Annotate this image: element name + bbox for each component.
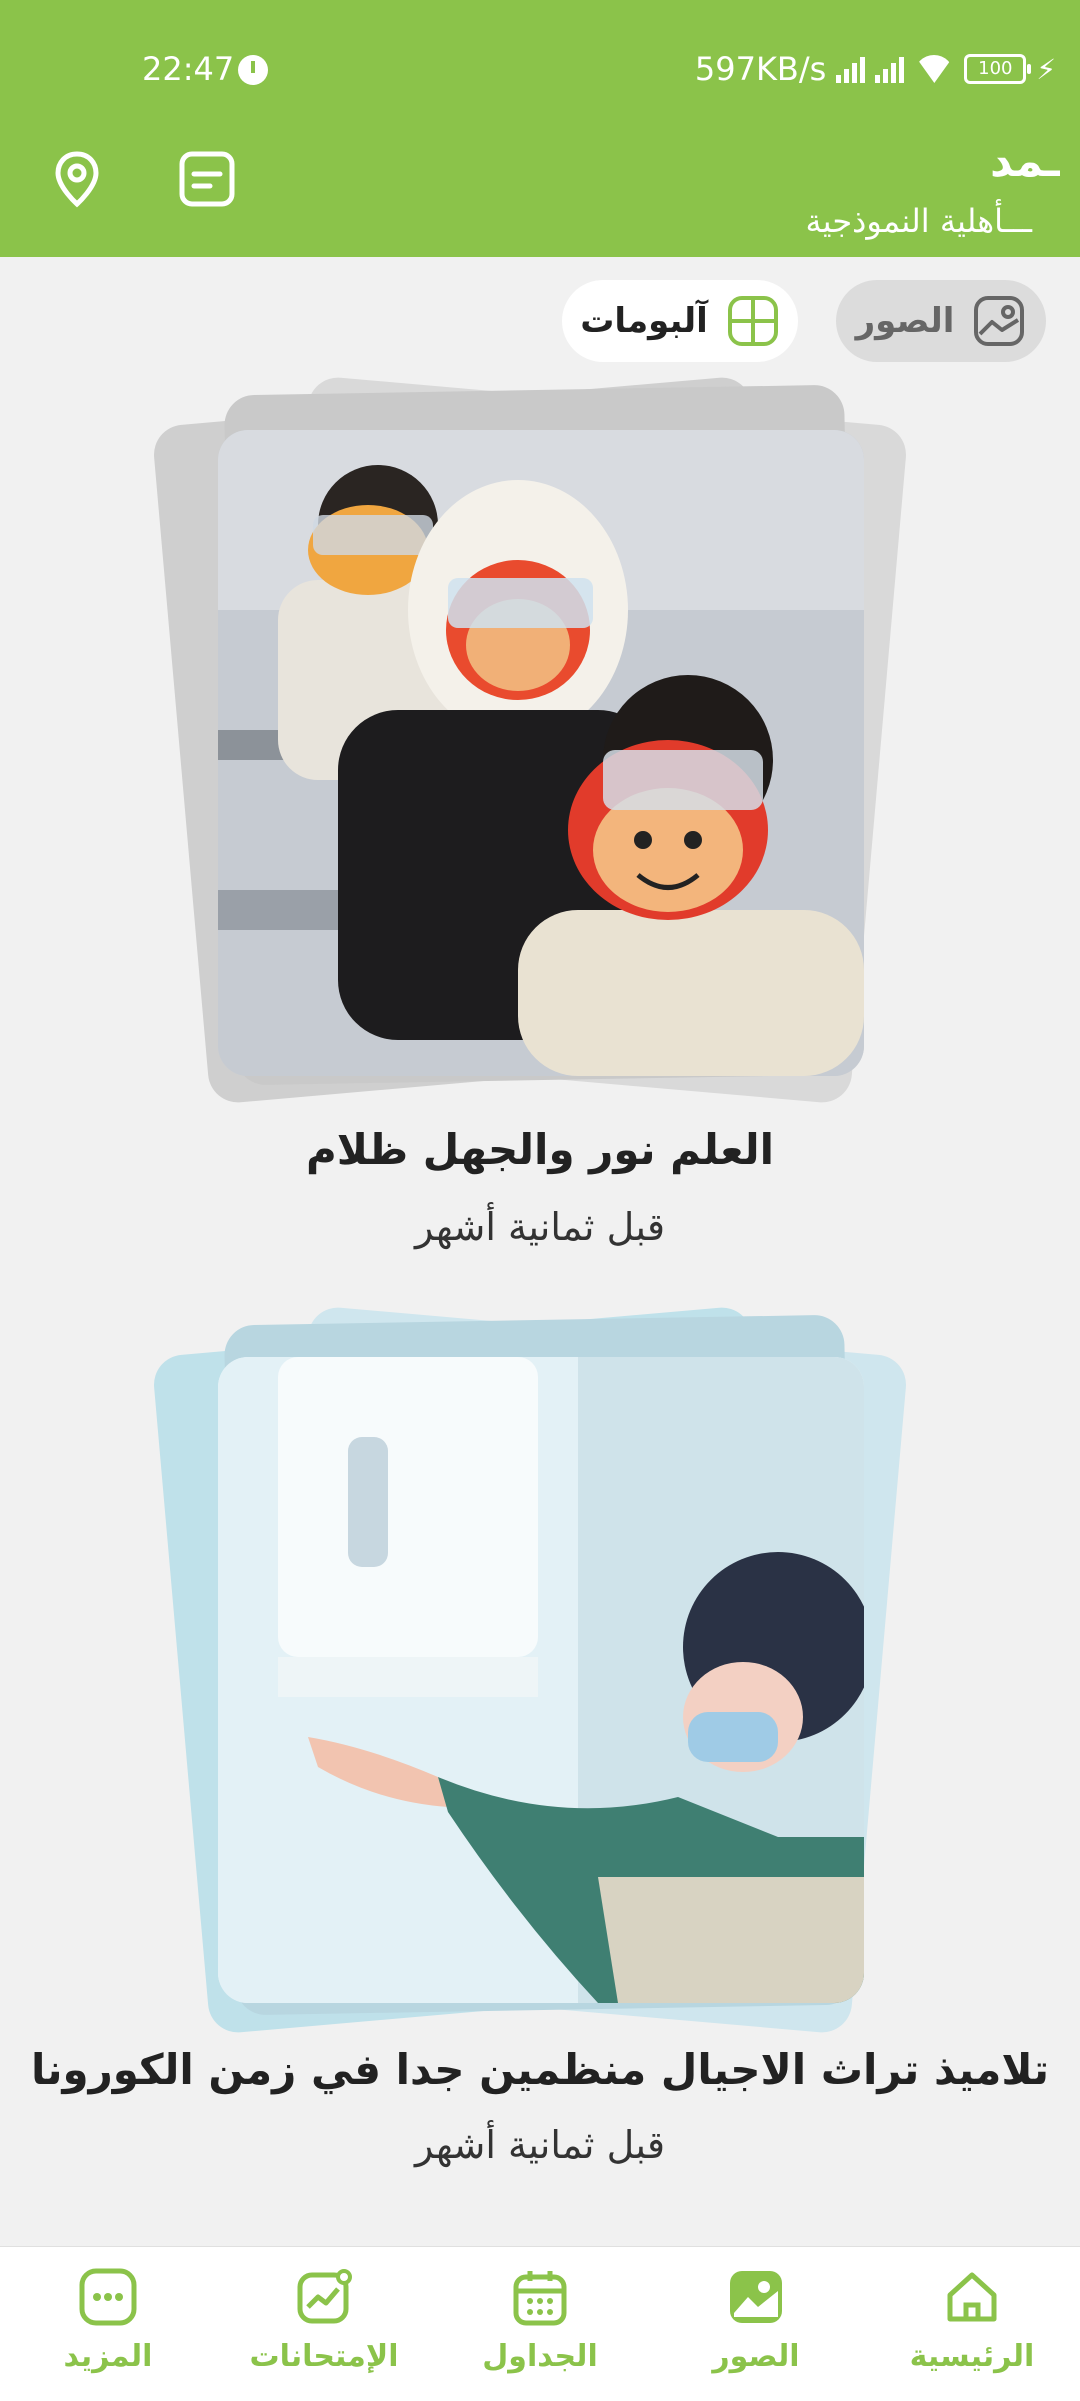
signal-icon: [875, 55, 905, 83]
nav-label: الصور: [712, 2339, 800, 2374]
album-cover-photo: [218, 430, 864, 1076]
albums-toggle-label: آلبومات: [580, 301, 708, 341]
app-header: 22:47 597KB/s 100 ⚡ ـمد ـــأهلية النموذج…: [0, 0, 1080, 257]
photos-toggle-label: الصور: [855, 301, 955, 341]
notes-button[interactable]: [176, 148, 238, 210]
charging-icon: ⚡: [1036, 52, 1056, 86]
battery-icon: 100: [964, 54, 1032, 84]
signal-icon: [836, 55, 866, 83]
image-icon: [974, 296, 1025, 346]
sanitizer-photo: [218, 1357, 864, 2003]
wifi-icon: [914, 55, 954, 83]
location-pin-icon: [55, 151, 99, 208]
chart-icon: [297, 2269, 352, 2324]
nav-label: الرئيسية: [909, 2339, 1035, 2374]
album-photo-stack[interactable]: [151, 1305, 920, 2035]
album-time: قبل ثمانية أشهر: [415, 2123, 665, 2167]
album-card[interactable]: العلم نور والجهل ظلام قبل ثمانية أشهر: [0, 375, 1080, 1300]
nav-item-home[interactable]: الرئيسية: [882, 2267, 1062, 2374]
nav-item-exams[interactable]: الإمتحانات: [234, 2267, 414, 2374]
grid-icon: [727, 296, 778, 346]
school-name: ـمد: [640, 136, 1060, 188]
nav-label: المزيد: [63, 2339, 153, 2374]
status-time: 22:47: [142, 50, 235, 88]
school-subtitle: ـــأهلية النموذجية: [805, 202, 1033, 240]
albums-toggle-button[interactable]: آلبومات: [562, 280, 798, 362]
notes-icon: [179, 151, 235, 207]
photos-toggle-button[interactable]: الصور: [836, 280, 1046, 362]
album-card[interactable]: تلاميذ تراث الاجيال منظمين جدا في زمن ال…: [0, 1305, 1080, 2225]
nav-label: الإمتحانات: [249, 2339, 399, 2374]
nav-label: الجداول: [482, 2339, 598, 2374]
image-icon: [730, 2271, 782, 2323]
more-icon: [79, 2268, 137, 2326]
network-speed: 597KB/s: [694, 50, 827, 88]
alarm-icon: [238, 55, 268, 85]
status-indicators: 597KB/s 100 ⚡: [695, 50, 1056, 88]
nav-item-more[interactable]: المزيد: [18, 2267, 198, 2374]
nav-item-photos[interactable]: الصور: [666, 2267, 846, 2374]
location-button[interactable]: [46, 148, 108, 210]
home-icon: [947, 2272, 997, 2322]
album-time: قبل ثمانية أشهر: [415, 1205, 665, 1249]
school-name-text: ـمد: [990, 136, 1060, 187]
bottom-navigation: الرئيسية الصور الجداول الإمتحانات المزيد: [0, 2246, 1080, 2401]
album-title: تلاميذ تراث الاجيال منظمين جدا في زمن ال…: [30, 2045, 1050, 2094]
nav-item-tables[interactable]: الجداول: [450, 2267, 630, 2374]
calendar-icon: [513, 2271, 567, 2326]
classroom-photo: [218, 430, 864, 1076]
album-photo-stack[interactable]: [151, 375, 920, 1105]
album-cover-photo: [218, 1357, 864, 2003]
album-title: العلم نور والجهل ظلام: [305, 1125, 775, 1174]
